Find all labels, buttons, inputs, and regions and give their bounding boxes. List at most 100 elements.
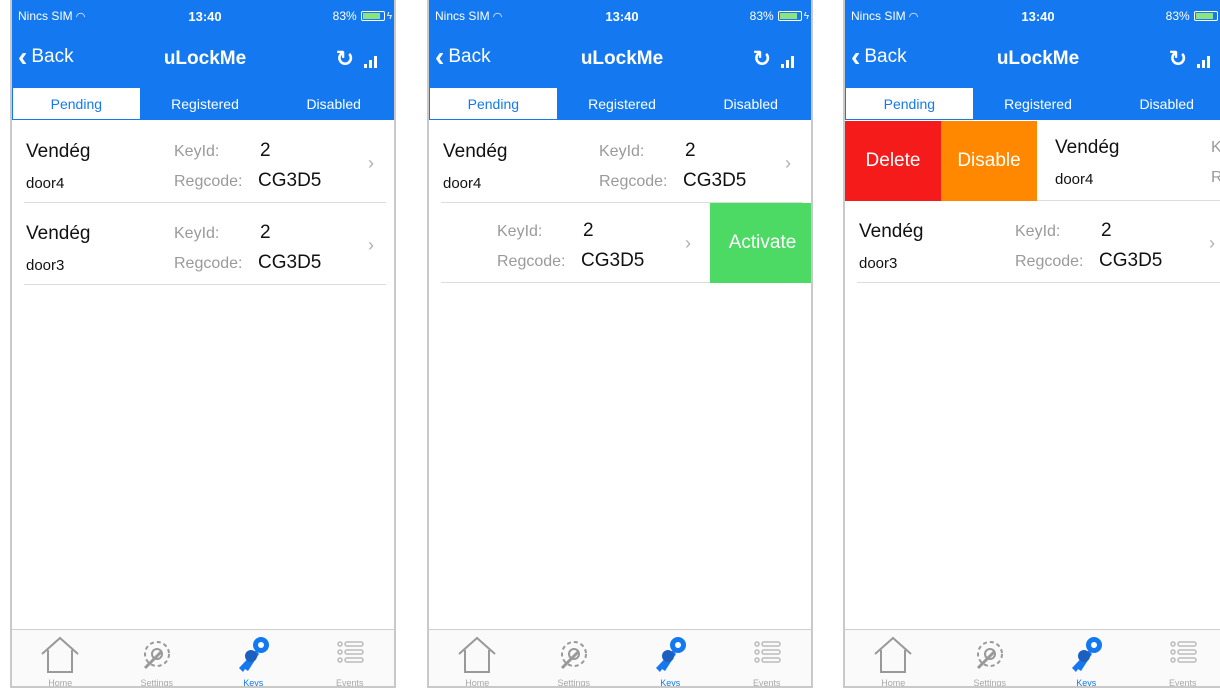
status-time: 13:40 [1021,9,1055,24]
key-row-door4[interactable]: Vendég door4 KeyId: 2 Regcode: CG3D5 › [12,123,394,203]
regcode-label: Regcode: [1015,253,1084,270]
bottom-tab-bar: Home Settings Keys Events [429,629,812,686]
tab-registered[interactable]: Registered [140,87,270,120]
regcode-label: Regcode: [497,253,566,270]
bottom-tab-bar: Home Settings Keys Events [12,629,395,686]
key-name: Vendég [1055,137,1120,158]
tabbar-home[interactable]: Home [12,630,109,686]
keyid-value: 2 [260,140,271,161]
segment-tabs: Pending Registered Disabled [12,87,394,120]
keys-icon [1072,637,1103,672]
tab-disabled[interactable]: Disabled [269,87,394,120]
key-row-door4[interactable]: Vendég door4 KeyId: 2 Regcode: CG3D5 › [429,123,811,203]
segment-tabs: Pending Registered Disabled [429,87,811,120]
key-name: Vendég [443,141,508,162]
regcode-label: Regcode: [174,255,243,272]
gear-icon [976,641,1003,670]
keys-icon [239,637,270,672]
tabbar-label: Settings [557,678,591,688]
battery-percent: 83% [1165,9,1190,23]
tab-registered[interactable]: Registered [973,87,1103,120]
tabbar-label: Home [465,678,490,688]
battery-icon [777,11,802,21]
key-row-door3[interactable]: Vendég door3 KeyId: 2 Regcode: CG3D5 › [845,203,1220,283]
tabbar-label: Home [881,678,906,688]
regcode-label: Regcode: [599,173,668,190]
regcode-value: CG3D5 [683,170,747,191]
app-header: Nincs SIM◠ 13:40 83% ϟ ‹Back uLockMe ↻ [845,0,1220,87]
keyid-label: KeyId: [599,143,645,160]
keyid-label: KeyId: [174,143,220,160]
status-bar: Nincs SIM◠ 13:40 83% ϟ [845,0,1220,34]
battery-percent: 83% [749,9,774,23]
page-title: uLockMe [996,48,1080,69]
nav-bar: ‹ Back uLockMe ↻ [429,34,811,87]
chevron-right-icon: › [685,233,691,253]
tabbar-label: Keys [243,678,264,688]
key-door: door4 [26,175,65,192]
tabbar-events[interactable]: Events [1135,630,1220,686]
phone-screen-activate: Nincs SIM ◠ 13:40 83% ϟ ‹ Back uLockMe ↻ P… [427,0,813,688]
regcode-value: CG3D5 [258,170,322,191]
bottom-tab-bar: Home Settings Keys Events [845,629,1220,686]
refresh-icon[interactable]: ↻ [753,46,771,72]
keyid-label: KeyId: [1015,223,1061,240]
delete-button[interactable]: Delete [845,121,941,201]
key-door: door4 [1055,171,1094,188]
key-row-swiped-left[interactable]: KeyId: 2 Regcode: CG3D5 › Activate [429,203,811,283]
key-row-swiped-right[interactable]: Delete Disable Vendég door4 K R [845,121,1220,201]
tabbar-keys[interactable]: Keys [205,630,302,686]
key-name: Vendég [26,141,91,162]
tabbar-events[interactable]: Events [302,630,395,686]
charging-icon: ϟ [386,10,392,22]
tabbar-label: Keys [1076,678,1097,688]
tab-pending[interactable]: Pending [429,87,558,120]
battery-indicator: 83% ϟ [1166,9,1220,23]
keyid-value: 2 [260,222,271,243]
home-icon [41,636,79,673]
tab-pending[interactable]: Pending [12,87,141,120]
keyid-value: 2 [1101,220,1112,241]
activate-button[interactable]: Activate [710,203,811,283]
chevron-right-icon: › [1209,233,1215,253]
tabbar-keys[interactable]: Keys [622,630,719,686]
key-row-door3[interactable]: Vendég door3 KeyId: 2 Regcode: CG3D5 › [12,205,394,285]
tabbar-events[interactable]: Events [719,630,812,686]
app-header: Nincs SIM◠ 13:40 83% ϟ ‹Back uLockMe ↻ [429,0,811,87]
phone-screen-pending: Nincs SIM ◠ 13:40 83% ϟ ‹ Back uLockMe ↻ P… [10,0,396,688]
disable-button[interactable]: Disable [941,121,1037,201]
key-name: Vendég [859,221,924,242]
list-icon [1170,641,1197,663]
battery-icon [1193,11,1218,21]
tabbar-settings[interactable]: Settings [526,630,623,686]
refresh-icon[interactable]: ↻ [1169,46,1187,72]
battery-indicator: 83% ϟ [750,9,809,23]
status-bar: Nincs SIM◠ 13:40 83% ϟ [429,0,811,34]
tab-pending[interactable]: Pending [845,87,974,120]
signal-icon[interactable] [1197,56,1213,68]
refresh-icon[interactable]: ↻ [336,46,354,72]
regcode-value: CG3D5 [581,250,645,271]
keyid-value: 2 [583,220,594,241]
signal-icon[interactable] [364,56,380,68]
tabbar-settings[interactable]: Settings [942,630,1039,686]
gear-icon [560,641,587,670]
tabbar-label: Home [48,678,73,688]
tab-disabled[interactable]: Disabled [686,87,811,120]
tabbar-settings[interactable]: Settings [109,630,206,686]
tab-registered[interactable]: Registered [557,87,687,120]
tab-disabled[interactable]: Disabled [1102,87,1220,120]
signal-icon[interactable] [781,56,797,68]
key-name: Vendég [26,223,91,244]
tabbar-home[interactable]: Home [429,630,526,686]
nav-bar: ‹ Back uLockMe ↻ [12,34,394,87]
tabbar-keys[interactable]: Keys [1038,630,1135,686]
keyid-label: KeyId: [174,225,220,242]
regcode-value: CG3D5 [258,252,322,273]
regcode-value: CG3D5 [1099,250,1163,271]
tabbar-home[interactable]: Home [845,630,942,686]
app-header: Nincs SIM◠ 13:40 83% ϟ ‹Back uLockMe ↻ [12,0,394,87]
tabbar-label: Keys [660,678,681,688]
tabbar-label: Settings [140,678,174,688]
gear-icon [143,641,170,670]
